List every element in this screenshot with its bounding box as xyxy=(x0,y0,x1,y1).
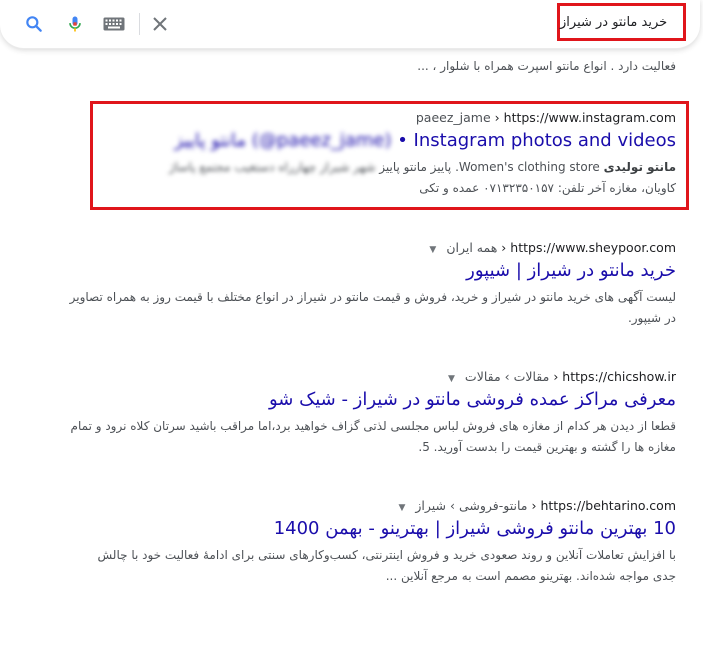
keyboard-icon[interactable] xyxy=(101,12,127,36)
snippet-prefix: مانتو تولیدی xyxy=(603,160,676,174)
result-title-main: • Instagram photos and videos xyxy=(397,130,676,151)
result-snippet-line: فعالیت دارد . انواع مانتو اسپرت همراه با… xyxy=(417,59,676,73)
snippet-blurred: شهر شیراز چهارراه دستغیب مجتمع پاساژ xyxy=(169,160,376,174)
result-snippet: فعالیت دارد . انواع مانتو اسپرت همراه با… xyxy=(76,56,676,77)
result-cite[interactable]: ▼ مقالات › مقالات › https://chicshow.ir xyxy=(56,369,676,384)
search-result-behtarino: ▼ مانتو-فروشی › شیراز › https://behtarin… xyxy=(56,498,676,587)
result-snippet-line: مغازه ها را گشته و بهترین قیمت را بدست آ… xyxy=(418,440,676,454)
cite-domain: https://www.instagram.com xyxy=(503,110,676,125)
mic-icon[interactable] xyxy=(63,12,87,36)
search-result: فعالیت دارد . انواع مانتو اسپرت همراه با… xyxy=(76,56,676,77)
result-cite[interactable]: ▼ مانتو-فروشی › شیراز › https://behtarin… xyxy=(56,498,676,513)
cite-path: مانتو-فروشی › شیراز xyxy=(415,498,528,513)
search-input[interactable]: خرید مانتو در شیراز xyxy=(557,3,686,41)
snippet-visible: Women's clothing store. پاییز مانتو پایی… xyxy=(379,160,600,174)
chevron-down-icon[interactable]: ▼ xyxy=(448,374,455,384)
result-cite[interactable]: ▼ همه ایران › https://www.sheypoor.com xyxy=(56,240,676,255)
search-bar-divider xyxy=(139,13,140,35)
result-title[interactable]: 10 بهترین مانتو فروشی شیراز | بهترینو - … xyxy=(56,517,676,541)
cite-domain: https://www.sheypoor.com xyxy=(510,240,676,255)
result-snippet-line: مانتو تولیدی Women's clothing store. پای… xyxy=(86,157,676,178)
search-result-sheypoor: ▼ همه ایران › https://www.sheypoor.com خ… xyxy=(56,240,676,329)
search-bar: خرید مانتو در شیراز xyxy=(0,0,700,49)
result-snippet-line: با افزایش تعاملات آنلاین و روند صعودی خر… xyxy=(97,548,676,562)
result-snippet: لیست آگهی های خرید مانتو در شیراز و خرید… xyxy=(56,287,676,329)
result-cite[interactable]: paeez_jame › https://www.instagram.com xyxy=(86,110,676,125)
result-title[interactable]: معرفی مراکز عمده فروشی مانتو در شیراز - … xyxy=(56,388,676,412)
chevron-down-icon[interactable]: ▼ xyxy=(398,503,405,513)
result-title-blurred: مانتو پاییز (@paeez_jame) xyxy=(174,130,392,151)
cite-domain: https://behtarino.com xyxy=(540,498,676,513)
result-snippet: قطعا از دیدن هر کدام از مغازه های فروش ل… xyxy=(56,416,676,458)
result-snippet-line: در شیپور. xyxy=(627,311,676,325)
result-snippet-line: کاویان، مغازه آخر تلفن: ۰۷۱۳۲۳۵۰۱۵۷ عمده… xyxy=(419,181,676,195)
search-icon[interactable] xyxy=(22,12,46,36)
cite-path: paeez_jame xyxy=(415,110,491,125)
result-snippet: مانتو تولیدی Women's clothing store. پای… xyxy=(86,157,676,199)
cite-path: همه ایران xyxy=(446,240,498,255)
close-icon[interactable] xyxy=(148,12,172,36)
search-result-instagram: paeez_jame › https://www.instagram.com م… xyxy=(86,110,676,199)
result-snippet-line: لیست آگهی های خرید مانتو در شیراز و خرید… xyxy=(69,290,676,304)
result-snippet-line: قطعا از دیدن هر کدام از مغازه های فروش ل… xyxy=(70,419,676,433)
cite-path: مقالات › مقالات xyxy=(464,369,550,384)
result-title[interactable]: خرید مانتو در شیراز | شیپور xyxy=(56,259,676,283)
result-snippet-line: جدی مواجه شده‌اند. بهترینو مصمم است به م… xyxy=(385,569,676,583)
search-result-chicshow: ▼ مقالات › مقالات › https://chicshow.ir … xyxy=(56,369,676,458)
chevron-down-icon[interactable]: ▼ xyxy=(429,245,436,255)
result-title[interactable]: مانتو پاییز (@paeez_jame) • Instagram ph… xyxy=(86,129,676,153)
cite-domain: https://chicshow.ir xyxy=(562,369,676,384)
result-snippet: با افزایش تعاملات آنلاین و روند صعودی خر… xyxy=(56,545,676,587)
